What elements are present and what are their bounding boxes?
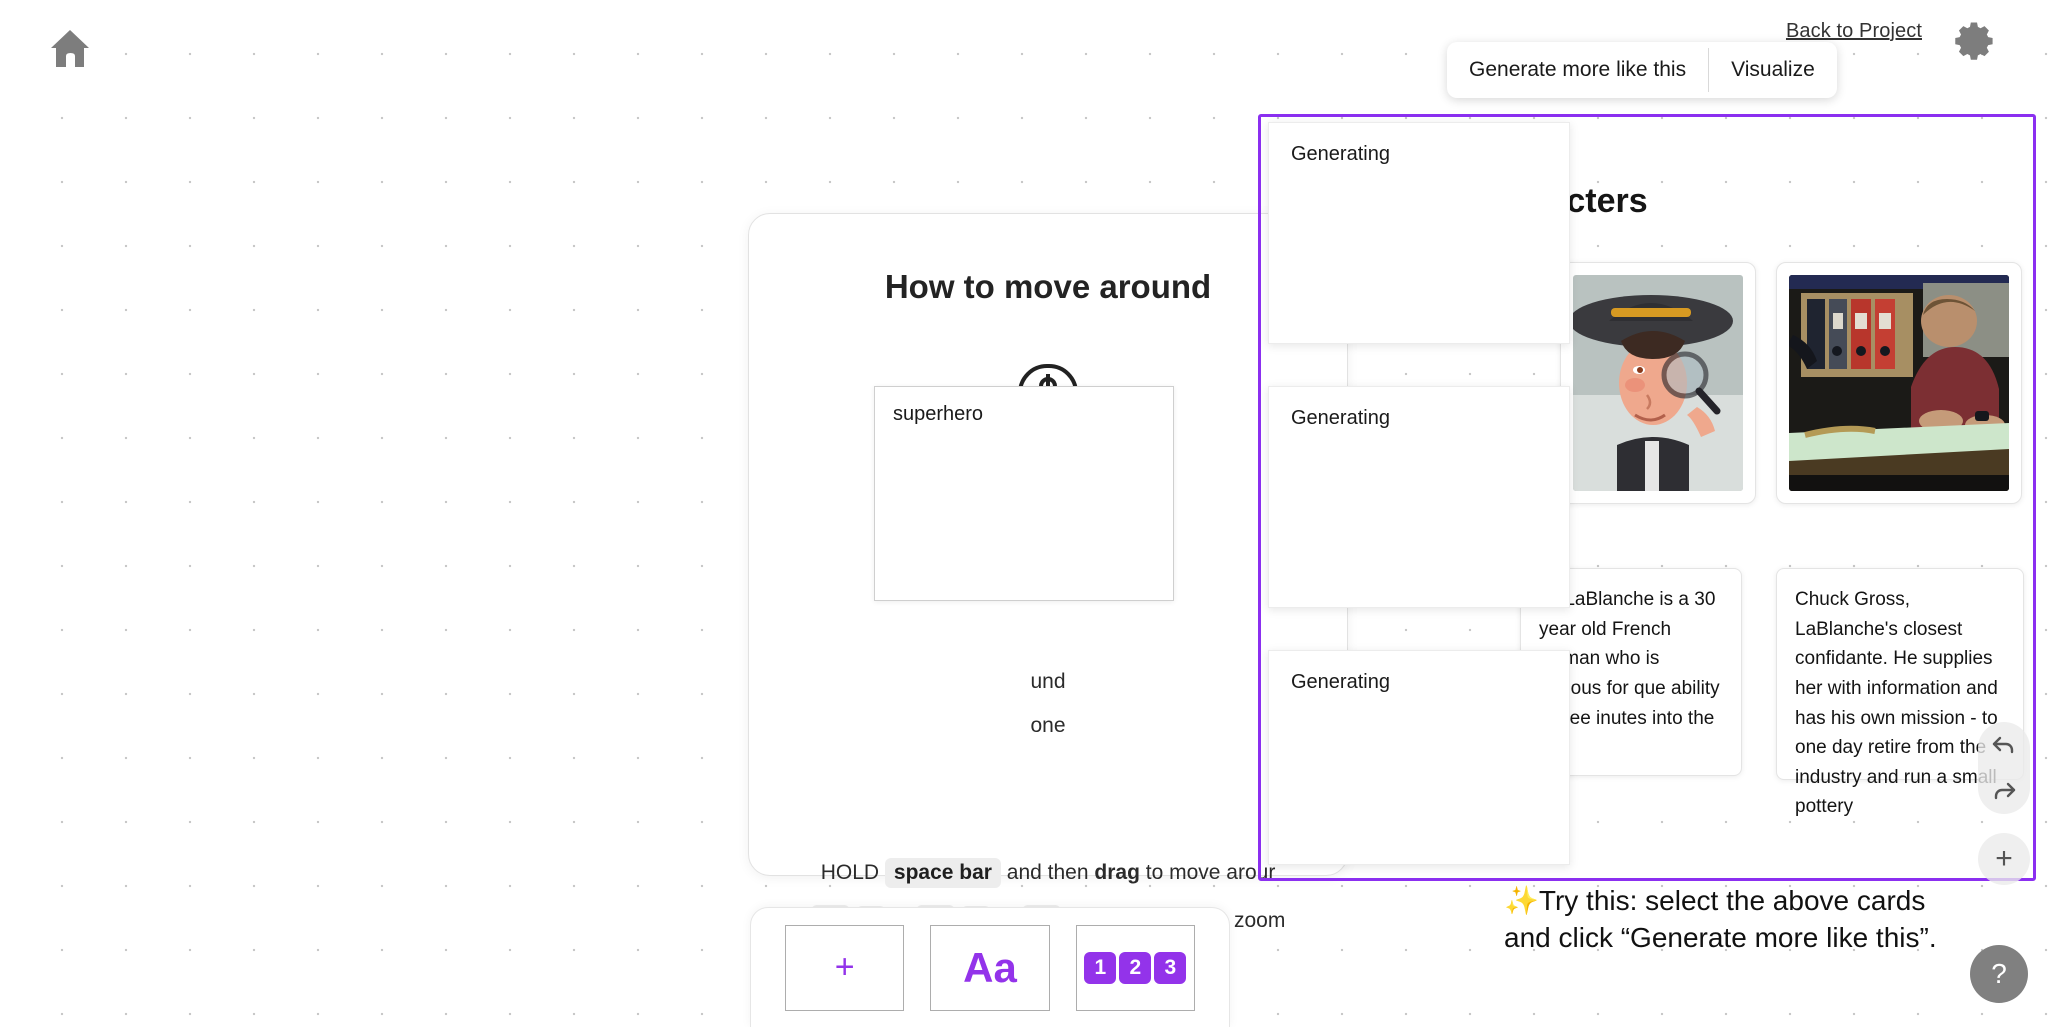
gear-icon[interactable] [1952, 16, 1996, 60]
generating-card-1[interactable]: Generating [1268, 122, 1570, 344]
numbered-list-button[interactable]: 1 2 3 [1075, 924, 1195, 1011]
superhero-text-box[interactable]: superhero [874, 386, 1174, 601]
generate-more-like-this-button[interactable]: Generate more like this [1447, 42, 1708, 98]
help-button[interactable]: ? [1970, 945, 2028, 1003]
generating-card-3[interactable]: Generating [1268, 650, 1570, 865]
text-card-button[interactable]: Aa [930, 924, 1050, 1011]
hint-line-2: and click “Generate more like this”. [1504, 922, 1937, 954]
undo-icon[interactable] [1978, 722, 2030, 768]
number-chip-1: 1 [1084, 951, 1117, 984]
character-image-card-2[interactable] [1776, 262, 2022, 504]
number-chips: 1 2 3 [1084, 951, 1187, 984]
add-card-button[interactable]: + [785, 924, 905, 1011]
shortcut-suffix: to move arour [1145, 861, 1276, 884]
shortcut-drag-word: drag [1094, 861, 1140, 884]
shortcut-prefix: HOLD [820, 861, 880, 884]
character-portrait-detective [1573, 275, 1743, 491]
action-bar: Generate more like this Visualize [1447, 42, 1837, 98]
back-to-project-link[interactable]: Back to Project [1786, 20, 1922, 43]
try-this-hint: ✨Try this: select the above cards and cl… [1504, 882, 2048, 956]
sparkle-icon: ✨ [1504, 885, 1539, 916]
undo-redo-stack [1978, 722, 2030, 814]
home-icon[interactable] [48, 27, 92, 69]
shortcut-middle: and then [1006, 861, 1089, 884]
character-photo-man-at-desk [1789, 275, 2009, 491]
zoom-in-button[interactable]: + [1978, 833, 2030, 885]
number-chip-3: 3 [1154, 951, 1187, 984]
hint-line-1: Try this: select the above cards [1538, 885, 1926, 916]
generating-card-2[interactable]: Generating [1268, 386, 1570, 608]
key-space-bar: space bar [884, 858, 1001, 888]
redo-icon[interactable] [1978, 768, 2030, 814]
number-chip-2: 2 [1119, 951, 1152, 984]
character-image-card-1[interactable] [1560, 262, 1756, 504]
visualize-button[interactable]: Visualize [1709, 42, 1837, 98]
canvas-root: Back to Project Generate more like this … [0, 0, 2048, 1027]
tool-dock: + Aa 1 2 3 [750, 907, 1230, 1027]
